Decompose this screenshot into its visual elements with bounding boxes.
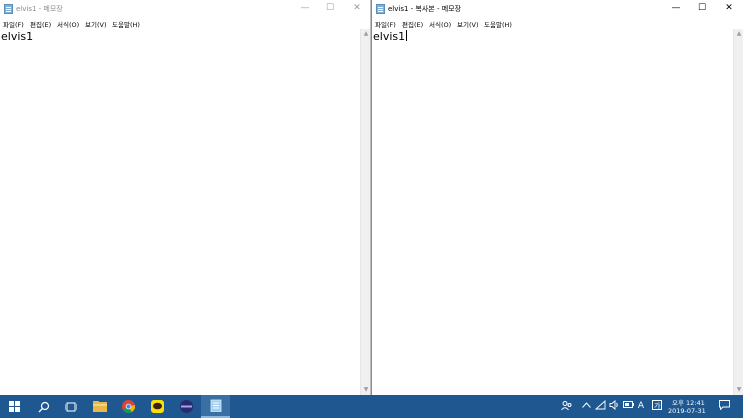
kakaotalk-button[interactable] xyxy=(143,395,172,418)
menu-format[interactable]: 서식(O) xyxy=(57,19,79,29)
menu-help[interactable]: 도움말(H) xyxy=(112,19,140,29)
scroll-down-icon[interactable]: ▼ xyxy=(361,385,371,395)
menu-bar: 파일(F) 편집(E) 서식(O) 보기(V) 도움말(H) xyxy=(0,18,370,29)
volume-icon[interactable] xyxy=(608,400,620,413)
wifi-icon[interactable] xyxy=(594,399,606,413)
kakaotalk-icon xyxy=(151,400,164,413)
vertical-scrollbar[interactable]: ▲ ▼ xyxy=(733,29,743,395)
ime-indicator[interactable]: A xyxy=(636,400,646,413)
vertical-scrollbar[interactable]: ▲ ▼ xyxy=(360,29,370,395)
search-icon xyxy=(38,401,49,412)
people-icon[interactable] xyxy=(560,400,572,413)
notification-icon[interactable] xyxy=(718,400,730,413)
scroll-up-icon[interactable]: ▲ xyxy=(361,29,371,39)
menu-file[interactable]: 파일(F) xyxy=(375,19,396,29)
svg-text:가: 가 xyxy=(654,401,661,410)
app-button[interactable] xyxy=(172,395,201,418)
battery-icon[interactable] xyxy=(622,400,634,413)
window-title: elvis1 - 메모장 xyxy=(16,5,63,13)
chrome-button[interactable] xyxy=(114,395,143,418)
editor-content: elvis1 xyxy=(1,30,34,43)
text-editor[interactable]: elvis1 xyxy=(372,29,733,395)
search-button[interactable] xyxy=(29,395,58,418)
chrome-icon xyxy=(122,400,135,413)
menu-format[interactable]: 서식(O) xyxy=(429,19,451,29)
menu-edit[interactable]: 편집(E) xyxy=(402,19,423,29)
notepad-taskbar-button[interactable] xyxy=(201,395,230,418)
window-title: elvis1 - 복사본 - 메모장 xyxy=(388,5,462,13)
scroll-down-icon[interactable]: ▼ xyxy=(734,385,743,395)
notepad-icon xyxy=(210,399,221,412)
menu-view[interactable]: 보기(V) xyxy=(457,19,478,29)
maximize-button[interactable]: ☐ xyxy=(687,0,717,18)
text-editor[interactable]: elvis1 xyxy=(0,29,360,395)
desktop: elvis1 - 메모장 — ☐ ✕ 파일(F) 편집(E) 서식(O) 보기(… xyxy=(0,0,743,418)
editor-text-value: elvis1 xyxy=(373,30,406,43)
notepad-icon xyxy=(4,4,13,14)
scroll-up-icon[interactable]: ▲ xyxy=(734,29,743,39)
file-explorer-icon xyxy=(92,401,107,412)
menu-view[interactable]: 보기(V) xyxy=(85,19,106,29)
start-button[interactable] xyxy=(0,395,29,418)
text-caret xyxy=(406,30,408,41)
start-icon xyxy=(9,401,20,412)
chevron-up-icon[interactable] xyxy=(580,400,592,413)
task-view-icon xyxy=(64,402,77,411)
task-view-button[interactable] xyxy=(56,395,85,418)
file-explorer-button[interactable] xyxy=(85,395,114,418)
menu-help[interactable]: 도움말(H) xyxy=(484,19,512,29)
menu-bar: 파일(F) 편집(E) 서식(O) 보기(V) 도움말(H) xyxy=(372,18,743,29)
notepad-window-right[interactable]: elvis1 - 복사본 - 메모장 — ☐ ✕ 파일(F) 편집(E) 서식(… xyxy=(371,0,743,395)
clock-time[interactable]: 오후 12:41 xyxy=(672,397,705,407)
app-icon xyxy=(180,400,193,413)
editor-content: elvis1 xyxy=(373,30,408,43)
close-button[interactable]: ✕ xyxy=(714,0,743,18)
title-bar[interactable]: elvis1 - 복사본 - 메모장 — ☐ ✕ xyxy=(372,0,743,18)
close-button[interactable]: ✕ xyxy=(342,0,372,18)
menu-file[interactable]: 파일(F) xyxy=(3,19,24,29)
taskbar: A 가 오후 12:41 2019-07-31 xyxy=(0,395,743,418)
notepad-icon xyxy=(376,4,385,14)
maximize-button[interactable]: ☐ xyxy=(315,0,345,18)
title-bar[interactable]: elvis1 - 메모장 — ☐ ✕ xyxy=(0,0,370,18)
keyboard-icon[interactable]: 가 xyxy=(651,400,663,413)
notepad-window-left[interactable]: elvis1 - 메모장 — ☐ ✕ 파일(F) 편집(E) 서식(O) 보기(… xyxy=(0,0,371,395)
menu-edit[interactable]: 편집(E) xyxy=(30,19,51,29)
clock-date[interactable]: 2019-07-31 xyxy=(668,407,706,415)
